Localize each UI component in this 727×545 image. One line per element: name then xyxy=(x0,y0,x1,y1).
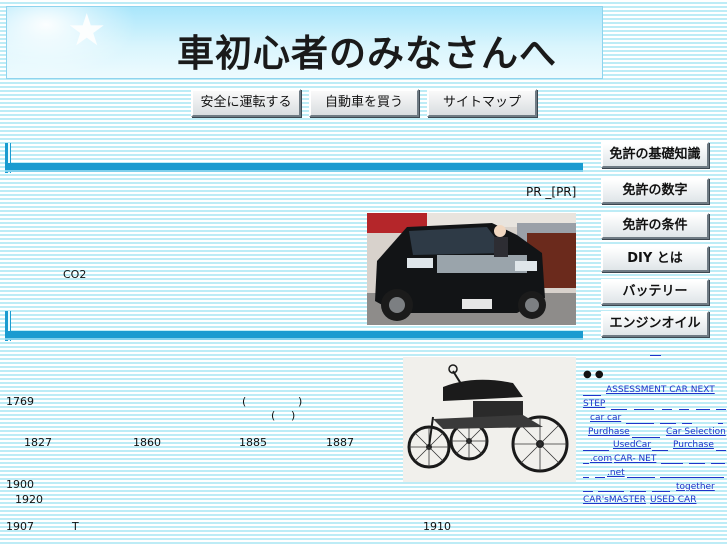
nav-safe-driving-button[interactable]: 安全に運転する xyxy=(191,89,301,117)
pr-link[interactable]: PR _[PR] xyxy=(526,185,576,199)
history-year-1910: 1910 xyxy=(423,520,451,533)
link-usedcar[interactable]: UsedCar xyxy=(613,440,651,450)
link-underline[interactable] xyxy=(652,450,668,451)
link-car-car[interactable]: car car xyxy=(590,413,621,423)
history-year-1900: 1900 xyxy=(6,478,34,491)
history-year-1860: 1860 xyxy=(133,436,161,449)
history-year-1907: 1907 xyxy=(6,520,34,533)
benz-motorwagen-photo xyxy=(403,357,576,482)
link-assessment-car-next[interactable]: ASSESSMENT CAR NEXT xyxy=(606,385,715,395)
link-underline[interactable] xyxy=(611,409,627,410)
history-year-1887: 1887 xyxy=(326,436,354,449)
section-bar-line-shadow xyxy=(5,170,583,172)
side-nav-diy[interactable]: DIY とは xyxy=(601,246,709,272)
side-nav-license-basics[interactable]: 免許の基礎知識 xyxy=(601,142,709,168)
link-underline[interactable] xyxy=(679,409,689,410)
link-underline[interactable] xyxy=(632,437,660,438)
link-together[interactable]: together xyxy=(676,482,715,492)
history-year-1885: 1885 xyxy=(239,436,267,449)
link-dot-com[interactable]: .com xyxy=(590,454,612,464)
link-purchase[interactable]: Purchase xyxy=(673,440,714,450)
section-header-bar-1 xyxy=(5,143,583,173)
link-underline[interactable] xyxy=(660,423,676,424)
car-photo xyxy=(367,213,576,325)
paren-close: ) xyxy=(291,409,296,422)
link-used-car[interactable]: USED CAR xyxy=(650,495,696,505)
side-nav-engine-oil[interactable]: エンジンオイル xyxy=(601,311,709,337)
co2-text: CO2 xyxy=(63,268,87,281)
nav-buy-car-button[interactable]: 自動車を買う xyxy=(309,89,419,117)
link-underline[interactable] xyxy=(660,477,724,478)
link-step[interactable]: STEP xyxy=(583,399,605,409)
link-underline[interactable] xyxy=(689,463,705,464)
star-icon: ★ xyxy=(67,5,107,56)
link-underline[interactable] xyxy=(630,491,646,492)
history-year-1769: 1769 xyxy=(6,395,34,408)
side-nav-battery[interactable]: バッテリー xyxy=(601,279,709,305)
history-year-1827: 1827 xyxy=(24,436,52,449)
bullet-markers: ● ● xyxy=(583,369,604,380)
history-year-1920: 1920 xyxy=(15,493,43,506)
nav-sitemap-button[interactable]: サイトマップ xyxy=(427,89,537,117)
link-underline[interactable] xyxy=(718,423,723,424)
link-underline[interactable] xyxy=(696,409,710,410)
link-underline[interactable] xyxy=(627,477,655,478)
paren-close: ) xyxy=(298,395,303,408)
link-underline[interactable] xyxy=(682,423,692,424)
link-cars-master[interactable]: CAR'sMASTER xyxy=(583,495,646,505)
link-underline[interactable] xyxy=(716,450,726,451)
link-underline[interactable] xyxy=(583,450,609,451)
section-bar-line xyxy=(5,331,583,338)
link-underline[interactable] xyxy=(650,355,661,356)
paren-open: ( xyxy=(242,395,247,408)
paren-open: ( xyxy=(271,409,276,422)
link-underline[interactable] xyxy=(626,423,654,424)
site-title: 車初心者のみなさんへ xyxy=(177,31,557,75)
link-underline[interactable] xyxy=(711,463,725,464)
link-underline[interactable] xyxy=(662,409,672,410)
link-underline[interactable] xyxy=(583,395,601,396)
link-underline[interactable] xyxy=(652,491,670,492)
link-underline[interactable] xyxy=(716,409,726,410)
section-bar-line-shadow xyxy=(5,338,583,340)
link-underline[interactable] xyxy=(583,477,589,478)
site-banner: ★ 車初心者のみなさんへ xyxy=(6,6,603,79)
link-underline[interactable] xyxy=(598,491,624,492)
side-nav-license-conditions[interactable]: 免許の条件 xyxy=(601,213,709,239)
link-underline[interactable] xyxy=(634,409,654,410)
link-underline[interactable] xyxy=(583,463,589,464)
section-bar-line xyxy=(5,163,583,170)
model-t-letter: T xyxy=(72,520,79,533)
link-dot-net[interactable]: .net xyxy=(607,468,625,478)
link-underline[interactable] xyxy=(661,463,683,464)
section-header-bar-2 xyxy=(5,311,583,341)
link-underline[interactable] xyxy=(595,477,605,478)
link-purdhase[interactable]: Purdhase xyxy=(588,427,630,437)
link-car-selection[interactable]: Car Selection xyxy=(666,427,726,437)
link-car-net[interactable]: CAR- NET xyxy=(614,454,656,464)
side-nav-license-numbers[interactable]: 免許の数字 xyxy=(601,178,709,204)
link-underline[interactable] xyxy=(583,491,593,492)
